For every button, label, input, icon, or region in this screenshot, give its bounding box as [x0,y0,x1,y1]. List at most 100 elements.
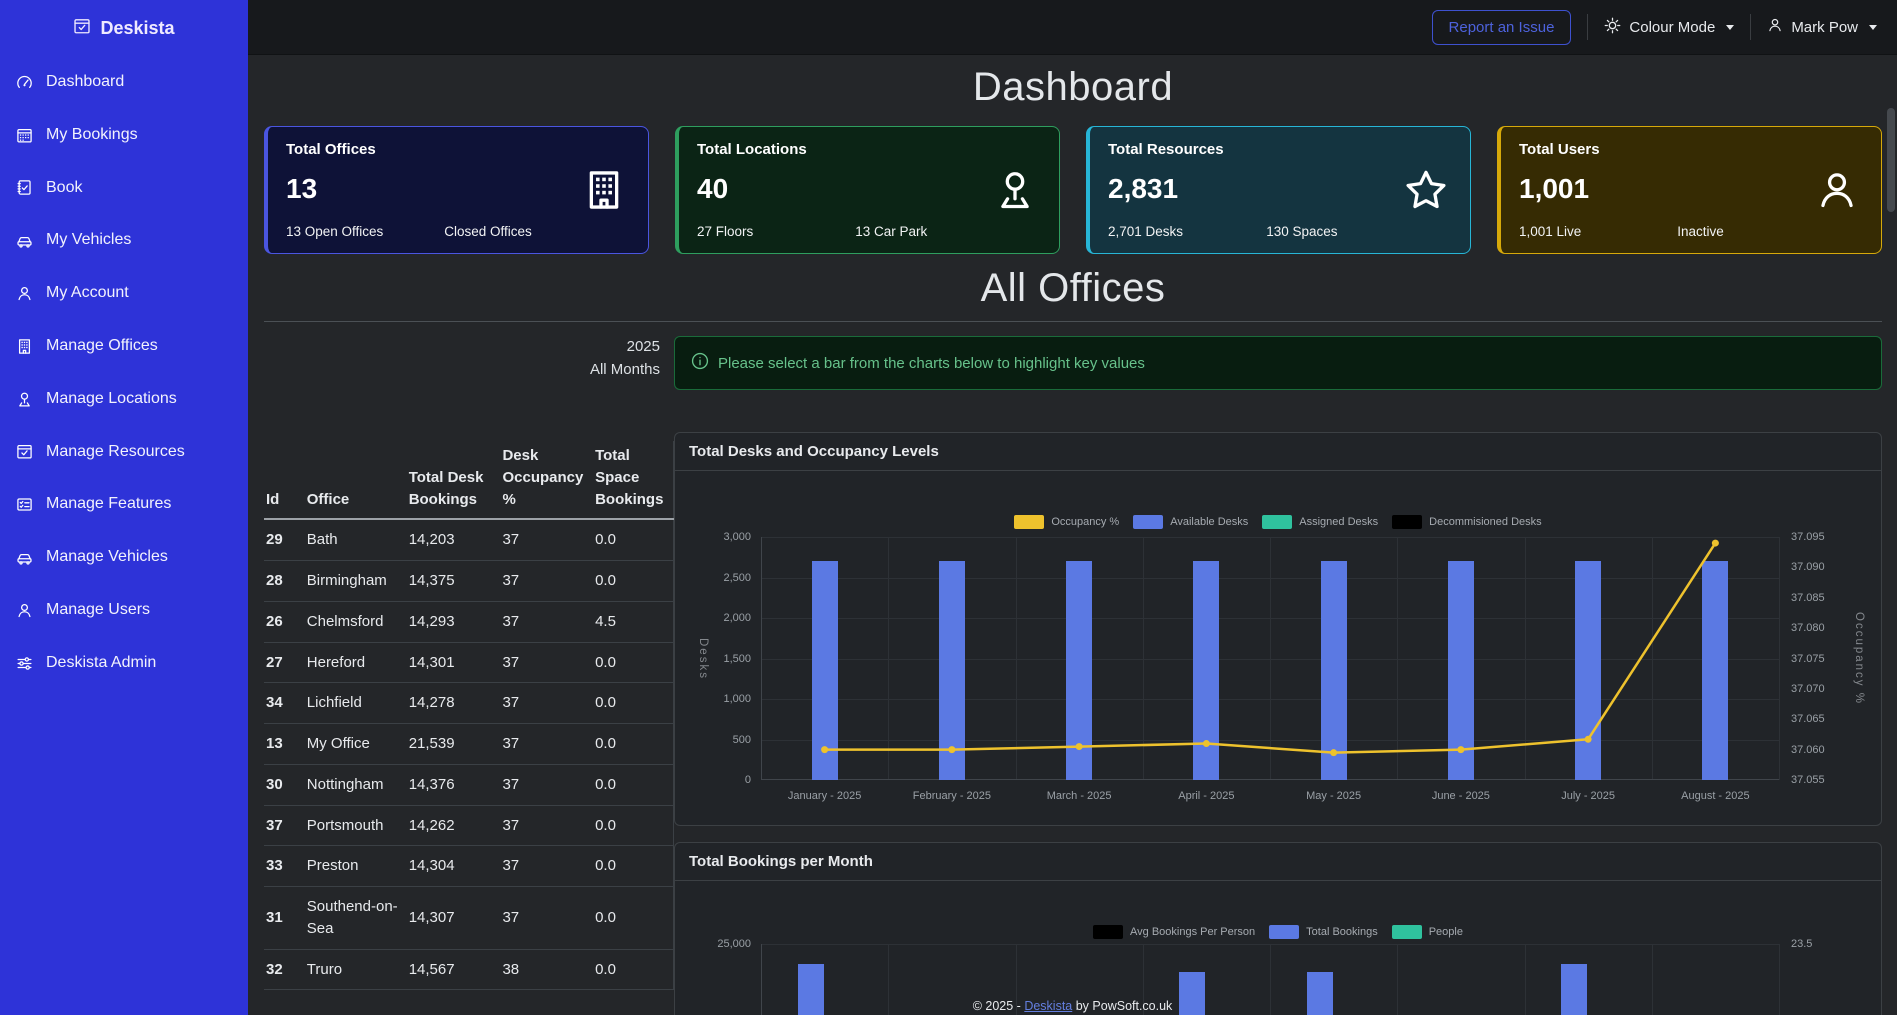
sidebar-item-my-vehicles[interactable]: My Vehicles [0,214,248,267]
legend-item[interactable]: People [1392,925,1463,939]
sidebar-item-manage-offices[interactable]: Manage Offices [0,320,248,373]
y-axis-tick-right: 37.085 [1791,592,1825,604]
sidebar-item-my-bookings[interactable]: My Bookings [0,109,248,162]
person-icon [1815,168,1859,212]
building-icon [16,338,33,355]
table-cell: 32 [264,949,305,990]
table-row[interactable]: 13My Office21,539370.0 [264,724,674,765]
table-row[interactable]: 28Birmingham14,375370.0 [264,561,674,602]
y-axis-tick-left: 500 [733,734,751,746]
table-header: Desk Occupancy % [500,441,593,519]
table-row[interactable]: 27Hereford14,301370.0 [264,642,674,683]
stat-card-value: 1,001 [1519,173,1863,205]
footer-deskista-link[interactable]: Deskista [1024,999,1072,1013]
sidebar-item-book[interactable]: Book [0,162,248,215]
table-cell: 37 [500,764,593,805]
stat-card-title: Total Locations [697,141,1041,158]
table-cell: 37 [500,683,593,724]
top-navbar: Report an Issue Colour Mode Mark Pow [248,0,1897,55]
x-axis-label: March - 2025 [1047,790,1112,802]
table-cell: 28 [264,561,305,602]
table-cell: 0.0 [593,764,673,805]
scrollbar-thumb[interactable] [1887,108,1895,212]
colour-mode-dropdown[interactable]: Colour Mode [1604,17,1734,38]
stat-card-total-users: Total Users1,0011,001 LiveInactive [1497,126,1882,254]
footer-copyright: © 2025 - [973,999,1021,1013]
calendar-grid-icon [16,127,33,144]
sidebar-item-label: Manage Features [46,494,171,515]
info-alert-text: Please select a bar from the charts belo… [718,355,1145,372]
app-logo-label: Deskista [100,18,174,39]
table-row[interactable]: 33Preston14,304370.0 [264,846,674,887]
table-cell: Nottingham [305,764,407,805]
table-cell: 14,278 [407,683,501,724]
legend-item[interactable]: Avg Bookings Per Person [1093,925,1255,939]
navbar-divider [1750,14,1751,40]
table-cell: 0.0 [593,561,673,602]
sidebar-item-dashboard[interactable]: Dashboard [0,56,248,109]
sidebar-item-manage-locations[interactable]: Manage Locations [0,373,248,426]
table-row[interactable]: 29Bath14,203370.0 [264,519,674,560]
table-row[interactable]: 30Nottingham14,376370.0 [264,764,674,805]
x-axis-label: August - 2025 [1681,790,1750,802]
plot-area: 05001,0001,5002,0002,5003,00037.05537.06… [761,537,1779,780]
stat-card-sub-right: 130 Spaces [1266,224,1337,239]
y-axis-tick-left: 3,000 [723,531,751,543]
x-axis-label: July - 2025 [1561,790,1615,802]
calendar-check-icon [73,17,91,40]
y-axis-tick-left: 2,000 [723,612,751,624]
stat-card-total-locations: Total Locations4027 Floors13 Car Park [675,126,1060,254]
table-row[interactable]: 31Southend-on-Sea14,307370.0 [264,887,674,950]
table-cell: 14,203 [407,519,501,560]
sidebar-item-label: My Account [46,283,129,304]
table-cell: 37 [500,887,593,950]
section-title: All Offices [264,266,1882,311]
legend-item[interactable]: Occupancy % [1014,515,1119,529]
bookings-per-month-chart-card: Total Bookings per Month Avg Bookings Pe… [674,842,1882,1015]
chevron-down-icon [1726,25,1734,30]
legend-item[interactable]: Assigned Desks [1262,515,1378,529]
app-logo[interactable]: Deskista [0,0,248,56]
legend-item[interactable]: Available Desks [1133,515,1248,529]
legend-item[interactable]: Decommisioned Desks [1392,515,1541,529]
report-issue-button[interactable]: Report an Issue [1432,10,1572,45]
sidebar-item-manage-features[interactable]: Manage Features [0,478,248,531]
y-axis-tick-left: 25,000 [717,938,751,950]
stat-card-value: 2,831 [1108,173,1452,205]
sidebar-item-label: Manage Resources [46,442,185,463]
page-title: Dashboard [264,65,1882,110]
y-axis-tick-right: 37.055 [1791,774,1825,786]
table-row[interactable]: 37Portsmouth14,262370.0 [264,805,674,846]
sidebar-item-my-account[interactable]: My Account [0,267,248,320]
car-icon [16,232,33,249]
table-cell: Southend-on-Sea [305,887,407,950]
footer: © 2025 - Deskista by PowSoft.co.uk [248,999,1897,1013]
user-menu-dropdown[interactable]: Mark Pow [1767,17,1877,37]
table-cell: 0.0 [593,949,673,990]
table-row[interactable]: 34Lichfield14,278370.0 [264,683,674,724]
sidebar-item-manage-resources[interactable]: Manage Resources [0,426,248,479]
table-row[interactable]: 26Chelmsford14,293374.5 [264,601,674,642]
table-cell: Lichfield [305,683,407,724]
table-cell: 37 [500,561,593,602]
stat-card-value: 13 [286,173,630,205]
table-header: Total Desk Bookings [407,441,501,519]
sidebar-item-deskista-admin[interactable]: Deskista Admin [0,637,248,690]
chart-legend: Avg Bookings Per Person Total Bookings Peo… [675,925,1881,939]
y-axis-tick-right: 37.095 [1791,531,1825,543]
footer-suffix: by PowSoft.co.uk [1076,999,1173,1013]
chevron-down-icon [1869,25,1877,30]
x-axis-label: June - 2025 [1432,790,1490,802]
person-icon [16,285,33,302]
stat-card-sub-left: 1,001 Live [1519,224,1677,239]
stat-card-total-offices: Total Offices1313 Open OfficesClosed Off… [264,126,649,254]
stat-card-value: 40 [697,173,1041,205]
y-axis-tick-left: 2,500 [723,572,751,584]
table-cell: 37 [500,846,593,887]
stat-card-sub-right: 13 Car Park [855,224,927,239]
sidebar-item-manage-users[interactable]: Manage Users [0,584,248,637]
table-cell: Bath [305,519,407,560]
sidebar-item-manage-vehicles[interactable]: Manage Vehicles [0,531,248,584]
legend-item[interactable]: Total Bookings [1269,925,1378,939]
table-row[interactable]: 32Truro14,567380.0 [264,949,674,990]
